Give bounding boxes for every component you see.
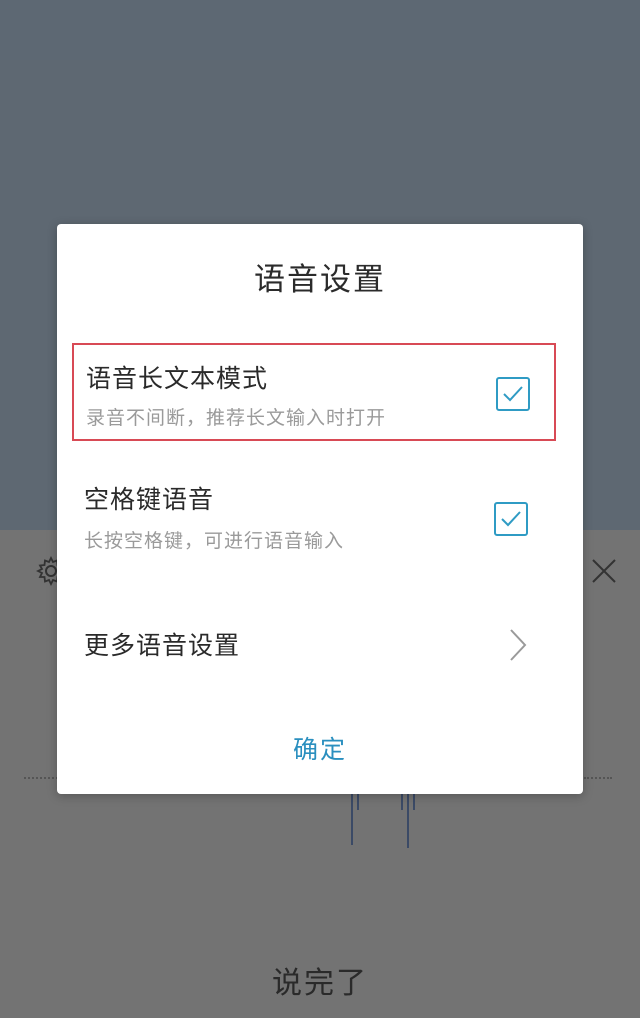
checkmark-icon	[501, 511, 521, 527]
done-speaking-button[interactable]: 说完了	[0, 958, 640, 1002]
waveform-icon	[351, 790, 415, 848]
option-title: 空格键语音	[84, 485, 215, 514]
option-space-key-voice[interactable]: 空格键语音 长按空格键，可进行语音输入	[72, 466, 556, 566]
waveform-baseline-left	[24, 777, 58, 781]
close-icon[interactable]	[590, 557, 618, 585]
checkmark-icon	[503, 386, 523, 402]
chevron-right-icon	[510, 629, 527, 661]
option-subtitle: 长按空格键，可进行语音输入	[84, 530, 345, 552]
option-subtitle: 录音不间断，推荐长文输入时打开	[86, 407, 387, 429]
option-title: 语音长文本模式	[86, 364, 269, 393]
space-key-voice-checkbox[interactable]	[494, 502, 528, 536]
long-text-mode-checkbox[interactable]	[496, 377, 530, 411]
dialog-title: 语音设置	[254, 262, 386, 298]
more-voice-settings-item[interactable]: 更多语音设置	[72, 600, 556, 690]
status-bar	[0, 0, 640, 60]
confirm-button[interactable]: 确定	[57, 720, 583, 780]
more-settings-label: 更多语音设置	[84, 631, 241, 660]
waveform-baseline-right	[584, 777, 612, 781]
option-long-text-mode[interactable]: 语音长文本模式 录音不间断，推荐长文输入时打开	[72, 343, 556, 441]
